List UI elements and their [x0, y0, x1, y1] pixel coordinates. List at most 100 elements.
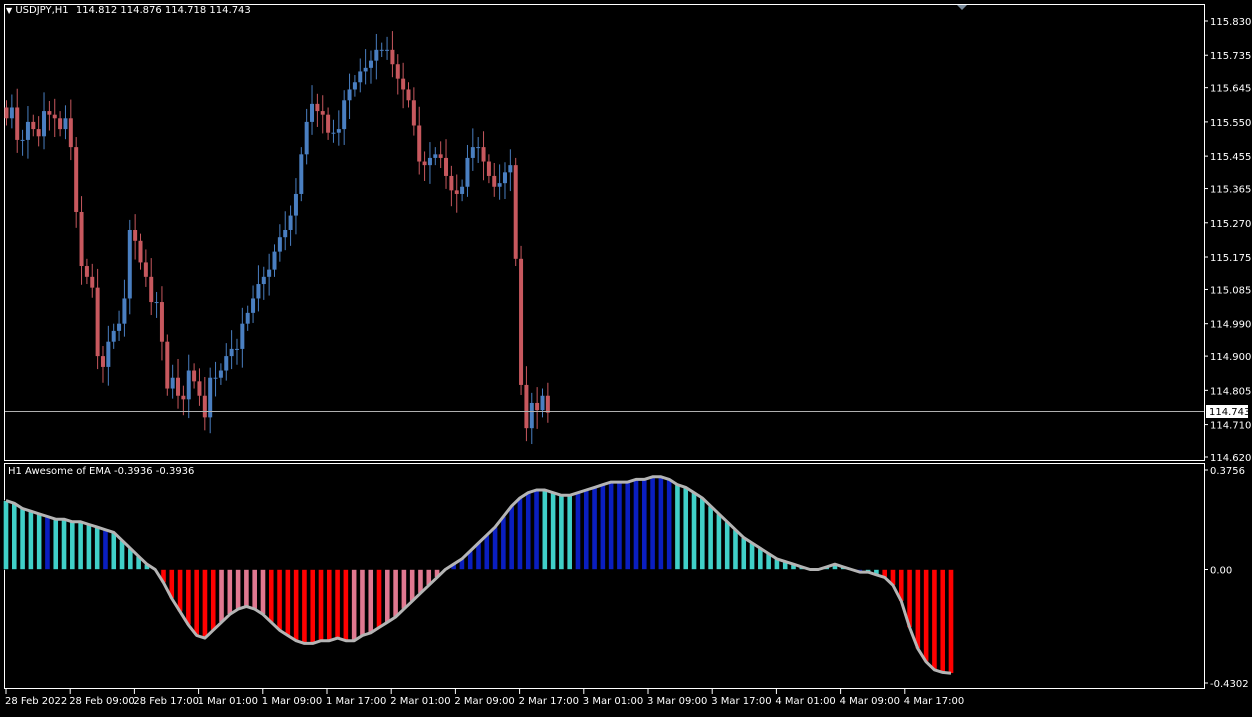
histogram-bar: [384, 569, 391, 623]
histogram-bar: [235, 569, 242, 610]
chart-canvas[interactable]: 115.830 115.735 115.645 115.550 115.455 115.3…: [0, 0, 1252, 713]
time-tick-label: 2 Mar 17:00: [519, 696, 579, 707]
bear-candle: [481, 147, 486, 162]
bull-candle: [277, 237, 282, 252]
bull-candle: [122, 298, 127, 324]
histogram-bar: [923, 569, 930, 663]
histogram-bar: [599, 484, 606, 570]
histogram-bar: [633, 479, 639, 570]
histogram-bar: [608, 481, 615, 570]
bear-candle: [390, 49, 395, 65]
histogram-bar: [541, 489, 548, 570]
price-tick-label: 115.365: [1210, 185, 1251, 196]
bear-candle: [406, 89, 411, 101]
histogram-bar: [715, 513, 722, 570]
price-tick-label: 115.175: [1210, 253, 1251, 264]
histogram-bar: [61, 518, 67, 570]
bull-candle: [476, 147, 481, 149]
bull-candle: [213, 377, 218, 379]
indicator-tick-label: -0.4302: [1210, 679, 1249, 690]
histogram-bar: [210, 569, 217, 631]
indicator-header: H1 Awesome of EMA -0.3936 -0.3936: [8, 466, 194, 477]
histogram-bar: [939, 569, 946, 673]
histogram-bar: [749, 542, 755, 570]
histogram-bar: [193, 569, 200, 636]
histogram-bar: [218, 569, 225, 623]
bear-candle: [326, 114, 331, 133]
price-tick-label: 114.900: [1210, 352, 1251, 363]
price-tick-label: 115.735: [1210, 51, 1251, 62]
dropdown-triangle-icon[interactable]: ▼: [6, 6, 12, 15]
bull-candle: [379, 49, 384, 51]
histogram-bar: [276, 569, 283, 631]
histogram-bar: [724, 521, 731, 570]
bear-candle: [411, 100, 416, 126]
bear-candle: [4, 107, 9, 119]
bull-candle: [368, 60, 373, 68]
bull-candle: [63, 118, 68, 130]
histogram-bar: [11, 502, 18, 570]
bear-candle: [100, 356, 105, 367]
time-tick-label: 1 Mar 17:00: [326, 696, 386, 707]
histogram-layer: [3, 475, 954, 675]
histogram-bar: [550, 492, 557, 570]
indicator-title: H1 Awesome of EMA: [8, 466, 111, 477]
bear-candle: [438, 154, 443, 158]
bear-candle: [176, 377, 181, 396]
histogram-bar: [293, 569, 300, 642]
bull-candle: [497, 183, 502, 187]
histogram-bar: [27, 510, 34, 570]
bear-candle: [545, 395, 550, 413]
bear-candle: [138, 240, 143, 263]
histogram-bar: [525, 492, 532, 570]
bull-candle: [374, 49, 379, 61]
ohlc-values: 114.812 114.876 114.718 114.743: [75, 5, 251, 16]
histogram-bar: [740, 537, 747, 570]
histogram-bar: [931, 569, 938, 671]
bull-candle: [540, 395, 545, 411]
histogram-bar: [732, 529, 739, 570]
histogram-bar: [483, 534, 490, 570]
bull-candle: [427, 157, 432, 166]
time-tick-label: 2 Mar 01:00: [390, 696, 450, 707]
bull-candle: [336, 129, 341, 133]
histogram-bar: [226, 569, 233, 615]
bear-candle: [36, 129, 41, 137]
bear-candle: [320, 111, 325, 115]
histogram-bar: [202, 569, 208, 639]
histogram-bar: [85, 524, 92, 570]
shift-marker-icon[interactable]: [957, 5, 967, 10]
histogram-bar: [19, 508, 26, 570]
histogram-bar: [674, 484, 681, 570]
bull-candle: [465, 157, 470, 187]
histogram-bar: [102, 529, 109, 570]
bear-candle: [165, 341, 170, 389]
price-tick-label: 115.455: [1210, 152, 1251, 163]
histogram-bar: [367, 569, 374, 634]
histogram-bar: [657, 476, 664, 570]
bear-candle: [192, 370, 197, 382]
bear-candle: [524, 384, 529, 429]
histogram-bar: [301, 569, 308, 644]
bull-candle: [234, 348, 239, 350]
price-tick-label: 114.620: [1210, 453, 1251, 464]
bull-candle: [385, 49, 390, 51]
bull-candle: [186, 370, 191, 400]
bull-candle: [529, 402, 534, 429]
bear-candle: [47, 111, 52, 115]
current-price-label: 114.743: [1209, 407, 1250, 418]
histogram-bar: [707, 505, 714, 570]
histogram-bar: [392, 569, 399, 618]
bear-candle: [454, 190, 459, 194]
histogram-bar: [69, 521, 76, 570]
time-tick-label: 2 Mar 09:00: [454, 696, 514, 707]
price-axis: 115.830 115.735 115.645 115.550 115.455 115.3…: [1204, 17, 1251, 464]
histogram-bar: [583, 489, 590, 570]
bull-candle: [433, 154, 438, 158]
time-tick-label: 3 Mar 01:00: [583, 696, 643, 707]
bull-candle: [347, 89, 352, 101]
bear-candle: [79, 211, 84, 267]
bull-candle: [508, 165, 513, 173]
bull-candle: [256, 284, 261, 299]
chart-window[interactable]: 115.830 115.735 115.645 115.550 115.455 115.3…: [0, 0, 1252, 713]
